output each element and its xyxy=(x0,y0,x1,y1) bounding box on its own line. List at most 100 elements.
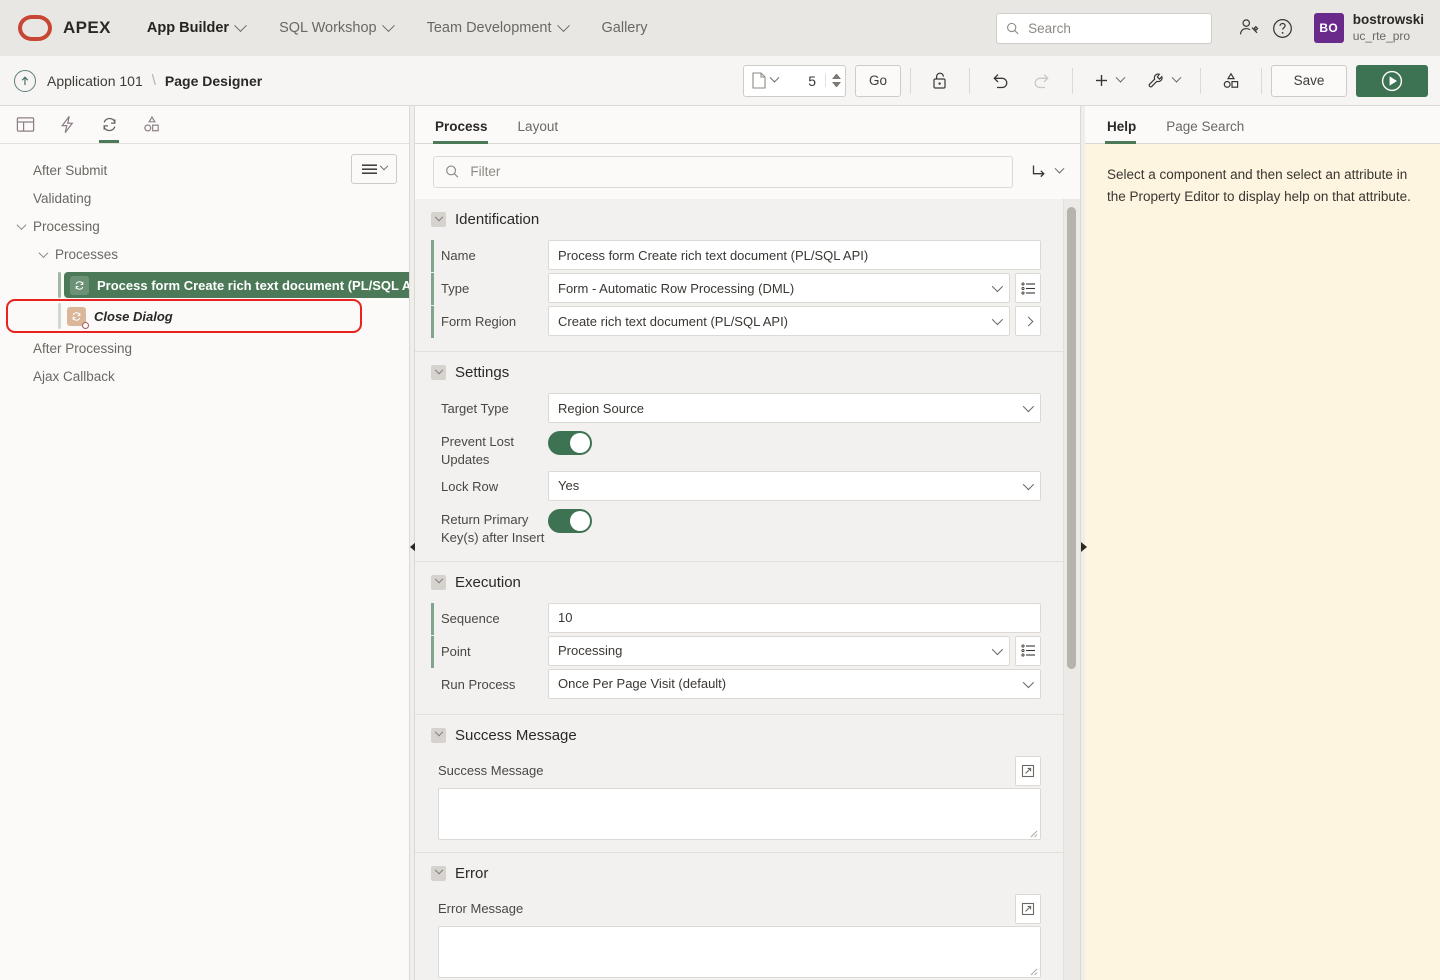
error-message-textarea[interactable] xyxy=(438,926,1041,978)
sequence-input[interactable]: 10 xyxy=(548,603,1041,633)
name-input[interactable]: Process form Create rich text document (… xyxy=(548,240,1041,270)
nav-item-sql-workshop[interactable]: SQL Workshop xyxy=(273,14,399,42)
filter-input[interactable] xyxy=(468,163,1001,180)
tree-node-selected-pill[interactable]: Process form Create rich text document (… xyxy=(64,272,409,298)
chevron-down-icon xyxy=(992,644,1003,655)
tree-node-validating[interactable]: Validating xyxy=(0,184,409,212)
page-number-value[interactable]: 5 xyxy=(808,73,816,89)
tree-node-label: After Submit xyxy=(33,163,107,178)
section-collapse-toggle[interactable] xyxy=(431,575,446,590)
property-scrollbar-thumb[interactable] xyxy=(1067,207,1076,669)
section-header[interactable]: Error xyxy=(431,853,1041,894)
section-collapse-toggle[interactable] xyxy=(431,728,446,743)
tree-node-ajax-callback[interactable]: Ajax Callback xyxy=(0,362,409,390)
type-select[interactable]: Form - Automatic Row Processing (DML) xyxy=(548,273,1010,303)
target-type-select[interactable]: Region Source xyxy=(548,393,1041,423)
tree-node-processing[interactable]: Processing xyxy=(0,212,409,240)
lock-row-select[interactable]: Yes xyxy=(548,471,1041,501)
form-region-goto-button[interactable] xyxy=(1015,306,1041,336)
components-button[interactable] xyxy=(1210,65,1252,97)
property-filter[interactable] xyxy=(433,156,1013,188)
avatar[interactable]: BO xyxy=(1314,13,1344,43)
chevron-down-icon xyxy=(1023,479,1034,490)
brand-label: APEX xyxy=(63,18,111,38)
lock-page-button[interactable] xyxy=(920,65,960,97)
tree-node-label: After Processing xyxy=(33,341,132,356)
nav-item-label: Team Development xyxy=(427,20,552,36)
goto-group-button[interactable] xyxy=(1023,156,1070,188)
section-header[interactable]: Execution xyxy=(431,562,1041,603)
error-message-expand-button[interactable] xyxy=(1015,894,1041,924)
section-collapse-toggle[interactable] xyxy=(431,212,446,227)
stepper-up-icon[interactable] xyxy=(832,74,841,79)
success-message-field: Success Message xyxy=(431,756,1041,840)
tree-node-close-dialog[interactable]: Close Dialog xyxy=(0,302,409,330)
breadcrumb-application[interactable]: Application 101 xyxy=(47,73,143,89)
tab-page-search[interactable]: Page Search xyxy=(1164,119,1254,143)
undo-button[interactable] xyxy=(979,65,1021,97)
plus-icon xyxy=(1093,72,1110,89)
tree-node-after-submit[interactable]: After Submit xyxy=(0,156,409,184)
tree-node-processes[interactable]: Processes xyxy=(0,240,409,268)
list-options-icon xyxy=(1021,644,1036,657)
nav-item-gallery[interactable]: Gallery xyxy=(596,14,654,42)
nav-item-team-development[interactable]: Team Development xyxy=(421,14,574,42)
chevron-down-icon xyxy=(1116,73,1126,83)
field-label: Run Process xyxy=(434,669,548,694)
tab-help[interactable]: Help xyxy=(1105,119,1146,143)
point-list-button[interactable] xyxy=(1015,636,1041,666)
utilities-button[interactable] xyxy=(1135,65,1191,97)
success-message-expand-button[interactable] xyxy=(1015,756,1041,786)
page-selector[interactable]: 5 xyxy=(743,65,846,97)
section-title: Execution xyxy=(455,574,521,591)
go-button[interactable]: Go xyxy=(855,65,901,97)
chevron-down-icon xyxy=(992,281,1003,292)
breadcrumb-separator: \ xyxy=(152,72,156,89)
tab-processing[interactable] xyxy=(90,107,128,143)
navigate-up-button[interactable] xyxy=(14,70,36,92)
search-input[interactable] xyxy=(1026,20,1202,37)
twisty-expanded[interactable] xyxy=(35,246,51,262)
chevron-right-icon xyxy=(1023,316,1033,326)
create-button[interactable] xyxy=(1082,65,1135,97)
right-splitter[interactable] xyxy=(1080,106,1085,980)
tab-rendering[interactable] xyxy=(6,107,44,143)
chevron-down-icon[interactable] xyxy=(770,73,780,83)
rendering-icon xyxy=(15,114,36,135)
tree-node-process-form[interactable]: Process form Create rich text document (… xyxy=(0,268,409,302)
form-region-select[interactable]: Create rich text document (PL/SQL API) xyxy=(548,306,1010,336)
nav-item-app-builder[interactable]: App Builder xyxy=(141,14,251,42)
success-message-textarea[interactable] xyxy=(438,788,1041,840)
tree-node-after-processing[interactable]: After Processing xyxy=(0,334,409,362)
section-title: Settings xyxy=(455,364,509,381)
tab-layout[interactable]: Layout xyxy=(516,119,569,143)
prevent-lost-updates-toggle[interactable] xyxy=(548,431,592,455)
twisty-expanded[interactable] xyxy=(13,218,29,234)
run-process-select[interactable]: Once Per Page Visit (default) xyxy=(548,669,1041,699)
collapse-right-arrow-icon[interactable] xyxy=(1081,542,1087,552)
return-primary-key-toggle[interactable] xyxy=(548,509,592,533)
section-header[interactable]: Success Message xyxy=(431,715,1041,756)
section-header[interactable]: Settings xyxy=(431,352,1041,393)
stepper-down-icon[interactable] xyxy=(832,82,841,87)
section-header[interactable]: Identification xyxy=(431,199,1041,240)
save-button[interactable]: Save xyxy=(1271,65,1347,97)
user-info[interactable]: bostrowski uc_rte_pro xyxy=(1353,12,1424,43)
global-search[interactable] xyxy=(996,13,1212,44)
point-select[interactable]: Processing xyxy=(548,636,1010,666)
left-tree-panel: After Submit Validating Processing Proce… xyxy=(0,106,410,980)
resize-grip-icon[interactable] xyxy=(1030,968,1038,976)
section-collapse-toggle[interactable] xyxy=(431,365,446,380)
processing-tree: After Submit Validating Processing Proce… xyxy=(0,144,409,980)
page-number-stepper[interactable] xyxy=(825,74,841,87)
tab-shared-components[interactable] xyxy=(132,107,170,143)
section-collapse-toggle[interactable] xyxy=(431,866,446,881)
run-page-button[interactable] xyxy=(1356,65,1428,97)
tab-process[interactable]: Process xyxy=(433,119,498,143)
tab-dynamic-actions[interactable] xyxy=(48,107,86,143)
type-list-button[interactable] xyxy=(1015,273,1041,303)
redo-button xyxy=(1021,65,1063,97)
account-settings-button[interactable] xyxy=(1232,11,1266,45)
resize-grip-icon[interactable] xyxy=(1030,830,1038,838)
help-button[interactable] xyxy=(1266,11,1300,45)
